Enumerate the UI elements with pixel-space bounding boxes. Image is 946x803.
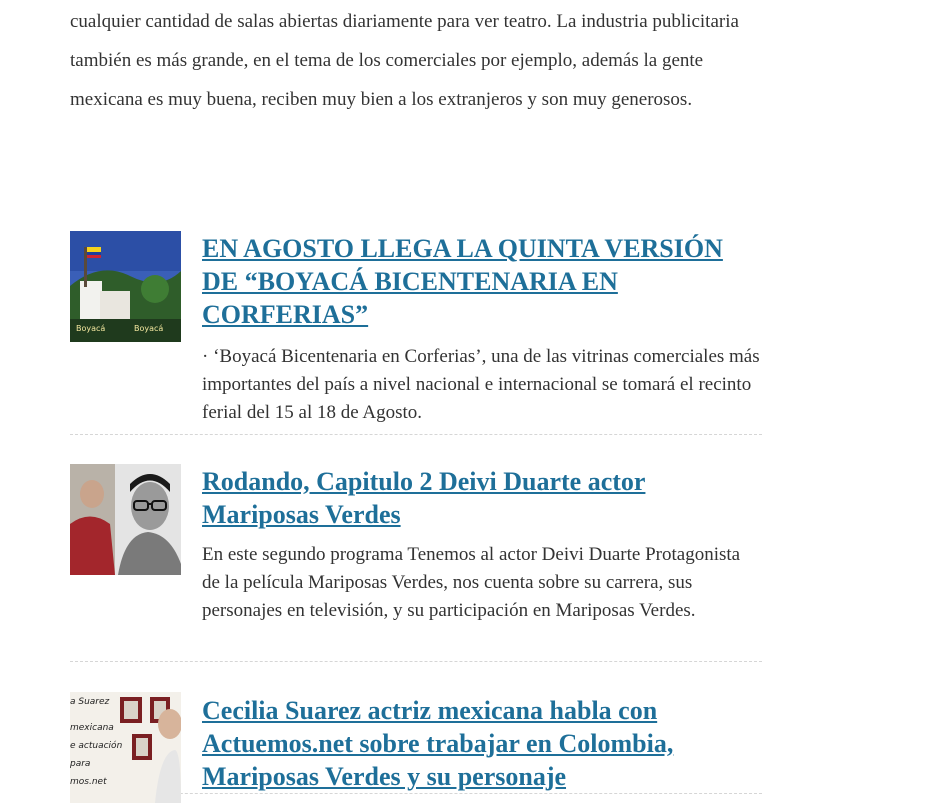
- list-item: Rodando, Capitulo 2 Deivi Duarte actor M…: [70, 464, 762, 662]
- post-thumbnail[interactable]: [70, 464, 181, 575]
- post-excerpt: En este segundo programa Tenemos al acto…: [202, 544, 741, 621]
- post-thumbnail[interactable]: a Suarez mexicana e actuación para mos.n…: [70, 692, 181, 803]
- svg-text:mexicana: mexicana: [70, 723, 114, 733]
- svg-text:para: para: [70, 759, 90, 769]
- svg-text:e actuación: e actuación: [70, 740, 123, 751]
- related-posts-list: Boyacá Boyacá EN AGOSTO LLEGA LA QUINTA …: [70, 231, 762, 803]
- post-title-link[interactable]: Cecilia Suarez actriz mexicana habla con…: [202, 692, 762, 793]
- actress-portrait-image: a Suarez mexicana e actuación para mos.n…: [70, 692, 181, 803]
- post-title-link[interactable]: Rodando, Capitulo 2 Deivi Duarte actor M…: [202, 464, 762, 531]
- list-item: Boyacá Boyacá EN AGOSTO LLEGA LA QUINTA …: [70, 231, 762, 435]
- svg-text:Boyacá: Boyacá: [134, 324, 163, 333]
- boyaca-street-image: Boyacá Boyacá: [70, 231, 181, 342]
- post-excerpt: · ‘Boyacá Bicentenaria en Corferias’, un…: [202, 346, 760, 423]
- post-title-link[interactable]: EN AGOSTO LLEGA LA QUINTA VERSIÓN DE “BO…: [202, 231, 762, 331]
- actor-portrait-image: [70, 464, 181, 575]
- article-body-text: cualquier cantidad de salas abiertas dia…: [70, 11, 739, 110]
- svg-text:Boyacá: Boyacá: [76, 324, 105, 333]
- svg-text:a Suarez: a Suarez: [70, 697, 110, 707]
- post-thumbnail[interactable]: Boyacá Boyacá: [70, 231, 181, 342]
- list-item: a Suarez mexicana e actuación para mos.n…: [70, 692, 762, 803]
